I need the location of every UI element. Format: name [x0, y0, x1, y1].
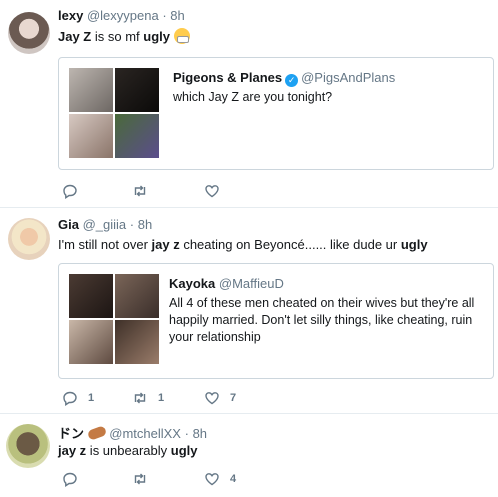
media-thumbnail[interactable] [69, 320, 113, 364]
reply-icon [63, 391, 77, 406]
tweet[interactable]: Gia @_giiia · 8h I'm still not over jay … [0, 208, 498, 414]
media-thumbnail[interactable] [115, 274, 159, 318]
reply-button[interactable] [62, 471, 88, 487]
retweet-button[interactable] [132, 183, 158, 199]
like-count: 4 [230, 473, 237, 485]
reply-icon [63, 472, 77, 487]
separator-dot: · [162, 8, 167, 23]
reply-button[interactable] [62, 183, 88, 199]
media-thumbnail[interactable] [69, 68, 113, 112]
author-name[interactable]: lexy [58, 8, 83, 23]
author-name[interactable]: Gia [58, 217, 79, 232]
reply-icon [63, 184, 77, 199]
quoted-text: All 4 of these men cheated on their wive… [169, 295, 489, 346]
mask-face-emoji [173, 28, 190, 44]
quoted-media-grid[interactable] [69, 68, 159, 158]
quoted-text-line: All 4 of these men cheated on their wive… [169, 296, 475, 310]
quoted-tweet[interactable]: Pigeons & Planes ✓ @PigsAndPlans which Jay… [58, 57, 494, 170]
tweet[interactable]: lexy @lexyypena · 8h Jay Z is so mf ugly… [0, 0, 498, 208]
author-handle[interactable]: @mtchellXX [109, 426, 181, 441]
media-thumbnail[interactable] [69, 274, 113, 318]
quoted-text: which Jay Z are you tonight? [173, 90, 333, 104]
avatar[interactable] [8, 218, 50, 260]
like-button[interactable]: 4 [204, 471, 236, 487]
retweet-button[interactable] [132, 471, 158, 487]
timestamp[interactable]: 8h [170, 8, 184, 23]
media-thumbnail[interactable] [115, 114, 159, 158]
heart-icon [205, 473, 219, 486]
tweet-text-bold: ugly [143, 29, 170, 44]
tweet-text-bold: ugly [170, 443, 198, 458]
like-button[interactable]: 7 [204, 390, 236, 406]
tweet-text: jay z is unbearably ugly [58, 442, 197, 459]
quoted-author-name[interactable]: Kayoka [169, 276, 215, 291]
retweet-count: 1 [158, 392, 165, 404]
tweet[interactable]: ドン @mtchellXX · 8h jay z is unbearably u… [0, 414, 498, 497]
quoted-text-line: your relationship [169, 330, 261, 344]
tweet-text-part: is unbearably [86, 443, 171, 458]
tweet-text-bold: jay z [151, 237, 180, 252]
author-handle[interactable]: @lexyypena [87, 8, 159, 23]
tweet-text: Jay Z is so mf ugly [58, 28, 190, 45]
retweet-button[interactable]: 1 [132, 390, 164, 406]
quoted-tweet[interactable]: Kayoka @MaffieuD All 4 of these men chea… [58, 263, 494, 379]
peanut-emoji [86, 425, 107, 441]
reply-count: 1 [88, 392, 95, 404]
media-thumbnail[interactable] [69, 114, 113, 158]
heart-icon [205, 392, 219, 405]
reply-button[interactable]: 1 [62, 390, 94, 406]
separator-dot: · [129, 217, 135, 232]
media-thumbnail[interactable] [115, 320, 159, 364]
separator-dot: · [184, 426, 189, 441]
retweet-icon [134, 185, 146, 197]
tweet-text-part: I'm still not over [58, 237, 152, 252]
like-count: 7 [230, 392, 237, 404]
tweet-text: I'm still not over jay z cheating on Bey… [58, 236, 428, 253]
tweet-text-bold: jay z [58, 443, 87, 458]
quoted-media-grid[interactable] [69, 274, 159, 364]
author-name[interactable]: ドン [58, 426, 84, 441]
timestamp[interactable]: 8h [193, 426, 207, 441]
verified-badge-icon: ✓ [285, 74, 299, 87]
quoted-text-line: happily married. Don't let silly things,… [169, 313, 473, 327]
retweet-icon [134, 392, 146, 404]
timestamp[interactable]: 8h [138, 217, 152, 232]
avatar[interactable] [6, 424, 50, 468]
media-thumbnail[interactable] [115, 68, 159, 112]
tweet-text-part: cheating on Beyoncé...... like dude ur [179, 237, 401, 252]
tweet-text-part: is so mf [91, 29, 144, 44]
quoted-author-handle[interactable]: @MaffieuD [219, 276, 284, 291]
author-handle[interactable]: @_giiia [83, 217, 127, 232]
quoted-author-handle[interactable]: @PigsAndPlans [301, 70, 395, 85]
tweet-text-bold: Jay Z [58, 29, 92, 44]
avatar[interactable] [8, 12, 50, 54]
tweet-text-bold: ugly [400, 237, 428, 252]
retweet-icon [134, 473, 146, 485]
like-button[interactable] [204, 183, 230, 199]
heart-icon [205, 185, 219, 198]
quoted-author-name[interactable]: Pigeons & Planes [173, 70, 282, 85]
